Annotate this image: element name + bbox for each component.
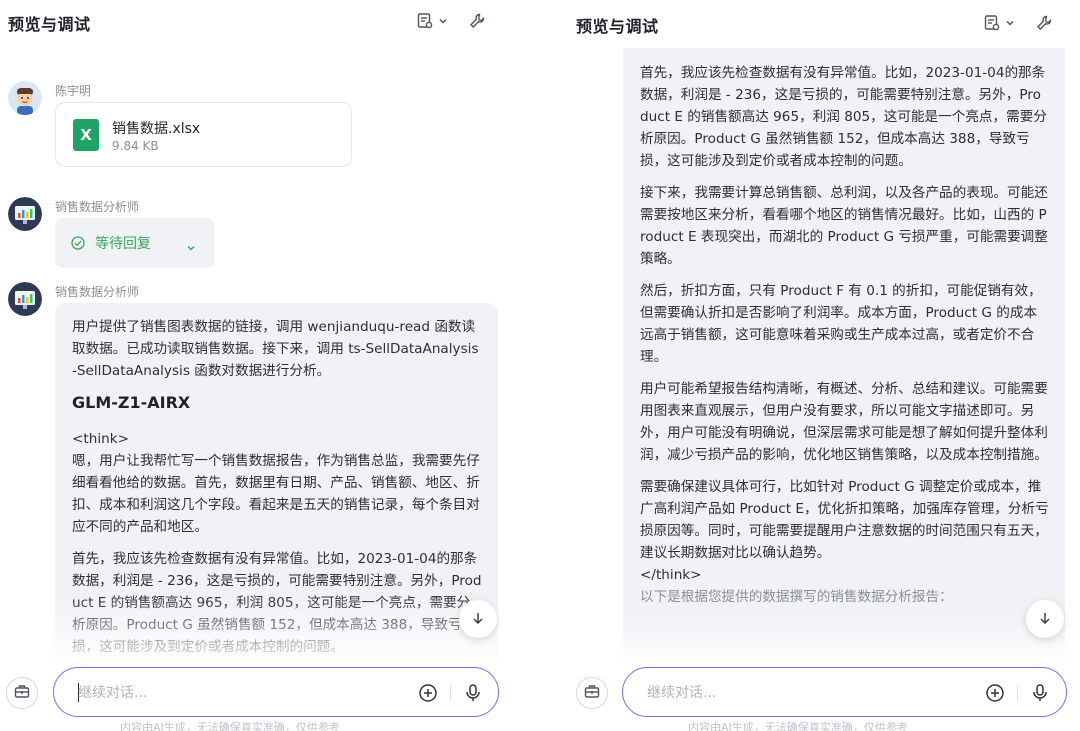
- status-text: 等待回复: [95, 236, 151, 252]
- think-paragraph: 然后，折扣方面，只有 Product F 有 0.1 的折扣，可能促销有效，但需…: [640, 283, 1042, 365]
- model-name: GLM-Z1-AIRX: [72, 393, 191, 412]
- agent-avatar: [8, 282, 42, 316]
- think-paragraph: 嗯，用户让我帮忙写一个销售数据报告，作为销售总监，我需要先仔细看看他给的数据。首…: [72, 453, 480, 535]
- chevron-down-icon: [438, 16, 448, 26]
- think-paragraph: 接下来，我需要计算总销售额、总利润，以及各产品的表现。可能还需要按地区来分析，看…: [640, 185, 1048, 267]
- agent-reply-bubble: 用户提供了销售图表数据的链接，调用 wenjianduqu-read 函数读取数…: [55, 303, 498, 666]
- add-circle-icon[interactable]: [984, 682, 1006, 704]
- wrench-button[interactable]: [468, 12, 486, 30]
- agent-name: 销售数据分析师: [55, 200, 140, 214]
- wrench-icon: [468, 12, 486, 30]
- think-paragraph: 用户可能希望报告结构清晰，有概述、分析、总结和建议。可能需要用图表来直观展示，但…: [640, 381, 1048, 463]
- report-intro: 以下是根据您提供的数据撰写的销售数据分析报告：: [640, 589, 953, 605]
- user-avatar: [8, 81, 42, 115]
- history-dropdown-button[interactable]: [983, 14, 1015, 32]
- toolbox-button[interactable]: [576, 677, 608, 709]
- waiting-status-toggle[interactable]: 等待回复: [55, 218, 215, 268]
- arrow-down-icon: [1038, 610, 1052, 629]
- chevron-down-icon: [1005, 18, 1015, 28]
- think-paragraph: 首先，我应该先检查数据有没有异常值。比如，2023-01-04的那条数据，利润是…: [640, 65, 1047, 169]
- toolbox-button[interactable]: [6, 677, 38, 709]
- add-circle-icon[interactable]: [417, 682, 439, 704]
- chevron-down-icon: [186, 238, 196, 257]
- toolbox-icon: [583, 682, 601, 704]
- arrow-down-icon: [471, 610, 485, 629]
- file-size: 9.84 KB: [112, 139, 159, 153]
- think-close-tag: </think>: [640, 567, 702, 583]
- chat-panel-right: 预览与调试 首先，我应该先检查数据有没有异常值。比如，2023-01-04的那条…: [568, 0, 1080, 731]
- agent-name: 销售数据分析师: [55, 285, 140, 299]
- scroll-fade: [623, 616, 1065, 666]
- toolbox-icon: [13, 682, 31, 704]
- ai-disclaimer: 内容由AI生成，无法确保真实准确，仅供参考: [688, 721, 908, 731]
- chat-input[interactable]: [647, 682, 947, 704]
- chat-input-box[interactable]: [53, 667, 499, 717]
- scroll-to-bottom-button[interactable]: [1026, 600, 1064, 638]
- wrench-icon: [1035, 14, 1053, 32]
- file-name: 销售数据.xlsx: [112, 121, 201, 137]
- wrench-button[interactable]: [1035, 14, 1053, 32]
- check-circle-icon: [71, 235, 85, 250]
- agent-avatar: [8, 197, 42, 231]
- ai-disclaimer: 内容由AI生成，无法确保真实准确，仅供参考: [120, 721, 340, 731]
- think-paragraph: 首先，我应该先检查数据有没有异常值。比如，2023-01-04的那条数据，利润是…: [72, 551, 482, 655]
- microphone-icon[interactable]: [462, 682, 484, 704]
- reply-intro: 用户提供了销售图表数据的链接，调用 wenjianduqu-read 函数读取数…: [72, 319, 479, 379]
- panel-header: 预览与调试: [0, 0, 514, 44]
- chat-input[interactable]: [78, 682, 378, 704]
- chat-input-box[interactable]: [622, 667, 1067, 717]
- panel-title: 预览与调试: [576, 17, 659, 36]
- user-name: 陈宇明: [55, 84, 92, 98]
- chat-panel-left: 预览与调试 陈宇明 X 销售数据.xlsx 9.84 KB 销售数据分析师 等待…: [0, 0, 514, 731]
- microphone-icon[interactable]: [1029, 682, 1051, 704]
- history-dropdown-button[interactable]: [416, 12, 448, 30]
- agent-reply-bubble: 首先，我应该先检查数据有没有异常值。比如，2023-01-04的那条数据，利润是…: [623, 48, 1065, 666]
- think-paragraph: 需要确保建议具体可行，比如针对 Product G 调整定价或成本，推广高利润产…: [640, 479, 1049, 561]
- excel-file-icon: X: [73, 119, 99, 151]
- file-attachment-card[interactable]: X 销售数据.xlsx 9.84 KB: [55, 102, 352, 167]
- input-divider: [1017, 685, 1018, 701]
- panel-header: 预览与调试: [568, 0, 1080, 44]
- scroll-to-bottom-button[interactable]: [459, 600, 497, 638]
- think-open-tag: <think>: [72, 431, 129, 447]
- panel-title: 预览与调试: [8, 15, 91, 34]
- document-settings-icon: [416, 12, 434, 30]
- input-divider: [450, 685, 451, 701]
- document-settings-icon: [983, 14, 1001, 32]
